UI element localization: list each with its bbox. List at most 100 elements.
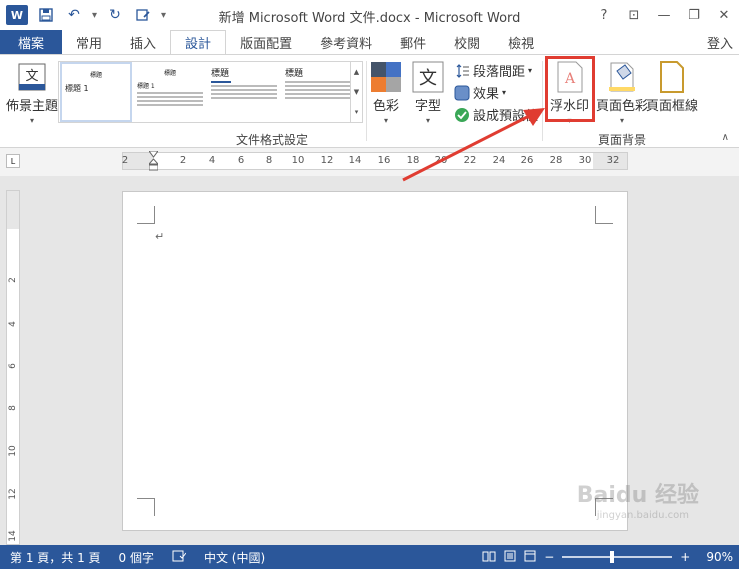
restore-button[interactable]: ❐ — [679, 0, 709, 30]
word-count[interactable]: 0 個字 — [119, 549, 154, 566]
colors-icon — [370, 61, 402, 93]
gallery-scrollbar[interactable]: ▲ ▼ ▾ — [350, 62, 362, 122]
chevron-down-icon: ▾ — [383, 116, 388, 125]
quick-access-toolbar: ↶ ▾ ↻ ▾ — [36, 5, 166, 25]
gallery-more-icon[interactable]: ▾ — [355, 108, 359, 116]
set-as-default-label: 設成預設值 — [473, 109, 539, 124]
ruler-tick-label: 32 — [606, 155, 620, 166]
print-layout-icon[interactable] — [504, 550, 516, 565]
style-thumb-title: 標題 1 — [137, 83, 155, 90]
themes-label: 佈景主題 — [6, 99, 59, 114]
tab-review[interactable]: 校閱 — [440, 30, 494, 54]
ruler-tick-label: 28 — [549, 155, 563, 166]
zoom-slider[interactable] — [562, 551, 673, 563]
horizontal-ruler[interactable]: 2 2 4 6 8 10 12 14 16 18 20 22 24 26 28 … — [121, 151, 628, 171]
document-page[interactable]: ↵ — [122, 191, 628, 531]
paragraph-spacing-button[interactable]: 段落間距 ▾ — [454, 61, 532, 80]
read-mode-icon[interactable] — [482, 550, 496, 565]
ruler-tick-label: 16 — [377, 155, 391, 166]
themes-icon: 文 — [16, 61, 48, 93]
paragraph-spacing-icon — [456, 63, 469, 78]
fonts-label: 字型 — [414, 99, 441, 114]
tab-home[interactable]: 常用 — [62, 30, 116, 54]
signin-link[interactable]: 登入 — [707, 30, 733, 54]
effects-label: 效果 — [473, 87, 500, 102]
watermark-highlight-box — [545, 56, 595, 122]
proofing-icon[interactable] — [172, 550, 187, 565]
ruler-tick-label: 8 — [265, 155, 273, 166]
vertical-ruler[interactable]: 2 4 6 8 10 12 14 — [6, 190, 20, 545]
chevron-down-icon[interactable]: ▼ — [354, 88, 359, 96]
style-set-gallery[interactable]: 標題 標題 1 標題 標題 1 標題 標題 ▲ ▼ ▾ — [58, 61, 363, 123]
crop-mark — [137, 206, 155, 224]
ruler-tick-label: 6 — [237, 155, 245, 166]
zoom-out-button[interactable]: − — [544, 550, 554, 564]
paragraph-mark: ↵ — [155, 230, 165, 243]
tab-insert[interactable]: 插入 — [116, 30, 170, 54]
ribbon-display-options-button[interactable]: ⊡ — [619, 0, 649, 30]
redo-icon[interactable]: ↻ — [105, 5, 125, 25]
ruler-tick-label: 12 — [8, 488, 18, 500]
ruler-tick-label: 26 — [520, 155, 534, 166]
page-color-button[interactable]: 頁面色彩 ▾ — [596, 61, 648, 125]
ruler-tick-label: 2 — [121, 155, 129, 166]
ribbon-tabs: 檔案 常用 插入 設計 版面配置 參考資料 郵件 校閱 檢視 登入 — [0, 30, 739, 55]
tab-file[interactable]: 檔案 — [0, 30, 63, 54]
language-indicator[interactable]: 中文 (中國) — [204, 549, 265, 566]
save-icon[interactable] — [36, 5, 56, 25]
tab-view[interactable]: 檢視 — [494, 30, 548, 54]
themes-button[interactable]: 文 佈景主題 ▾ — [6, 61, 58, 125]
crop-mark — [137, 498, 155, 516]
style-thumb-title: 標題 1 — [65, 84, 89, 93]
undo-dropdown-icon[interactable]: ▾ — [92, 10, 97, 21]
set-as-default-button[interactable]: 設成預設值 — [454, 105, 538, 124]
colors-button[interactable]: 色彩 ▾ — [370, 61, 402, 125]
customize-qat-icon[interactable]: ▾ — [161, 10, 166, 21]
chevron-down-icon: ▾ — [425, 116, 430, 125]
document-formatting-group-label: 文件格式設定 — [236, 133, 309, 147]
style-thumb-heading: 標題 — [89, 72, 102, 79]
fonts-icon-text: 文 — [419, 68, 437, 89]
crop-mark — [595, 206, 613, 224]
ruler-tick-label: 14 — [348, 155, 362, 166]
ruler-tick-label: 12 — [320, 155, 334, 166]
ruler-tick-label: 8 — [8, 405, 18, 411]
zoom-level[interactable]: 90% — [706, 550, 733, 564]
page-count[interactable]: 第 1 頁，共 1 頁 — [10, 549, 101, 566]
ruler-tick-label: 18 — [406, 155, 420, 166]
ruler-tick-label: 14 — [8, 530, 18, 542]
colors-label: 色彩 — [372, 99, 399, 114]
page-color-label: 頁面色彩 — [596, 99, 649, 114]
minimize-button[interactable]: — — [649, 0, 679, 30]
ribbon-design: 文 佈景主題 ▾ 標題 標題 1 標題 標題 1 標題 標題 ▲ ▼ ▾ 色彩 … — [0, 54, 739, 148]
collapse-ribbon-icon[interactable]: ∧ — [722, 132, 729, 143]
style-thumb-2[interactable]: 標題 標題 1 — [134, 62, 206, 122]
ruler-tick-label: 10 — [291, 155, 305, 166]
fonts-button[interactable]: 文 字型 ▾ — [412, 61, 444, 125]
tab-design[interactable]: 設計 — [170, 30, 227, 55]
format-painter-icon[interactable] — [133, 5, 153, 25]
undo-icon[interactable]: ↶ — [64, 5, 84, 25]
baidu-watermark-url: jingyan.baidu.com — [596, 510, 689, 521]
help-button[interactable]: ? — [589, 0, 619, 30]
tab-mailings[interactable]: 郵件 — [386, 30, 440, 54]
tab-references[interactable]: 參考資料 — [306, 30, 386, 54]
chevron-up-icon[interactable]: ▲ — [354, 68, 359, 76]
tab-layout[interactable]: 版面配置 — [226, 30, 306, 54]
indent-marker[interactable] — [149, 151, 158, 171]
zoom-slider-thumb[interactable] — [610, 551, 615, 563]
style-thumb-1[interactable]: 標題 標題 1 — [60, 62, 132, 122]
style-thumb-heading: 標題 — [163, 70, 176, 77]
effects-button[interactable]: 效果 ▾ — [454, 83, 506, 102]
ruler-tick-label: 24 — [492, 155, 506, 166]
paragraph-spacing-label: 段落間距 — [473, 65, 526, 80]
tab-selector[interactable]: L — [6, 154, 20, 168]
chevron-down-icon: ▾ — [30, 116, 35, 125]
style-thumb-3[interactable]: 標題 — [208, 62, 280, 122]
ruler-tick-label: 22 — [463, 155, 477, 166]
style-thumb-4[interactable]: 標題 — [282, 62, 354, 122]
zoom-in-button[interactable]: + — [680, 550, 690, 564]
page-borders-button[interactable]: 頁面框線 — [646, 61, 698, 114]
web-layout-icon[interactable] — [524, 550, 536, 565]
close-button[interactable]: ✕ — [709, 0, 739, 30]
